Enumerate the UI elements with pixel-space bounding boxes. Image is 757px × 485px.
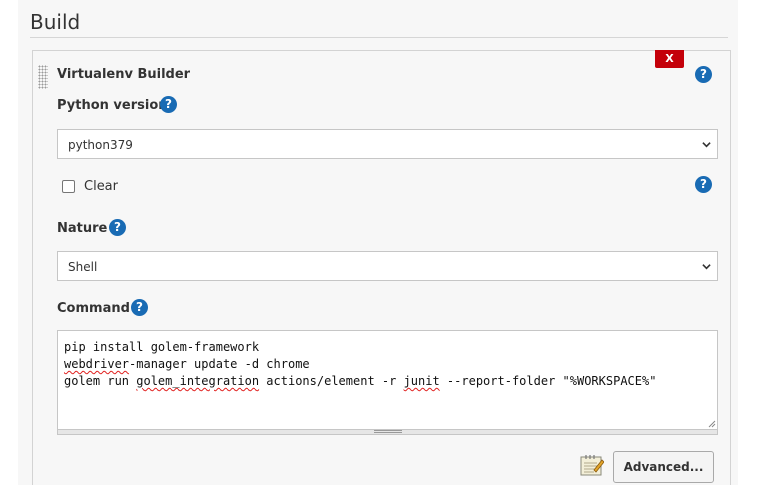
nature-select[interactable]: Shell	[57, 251, 718, 281]
clear-checkbox[interactable]	[62, 180, 75, 193]
build-section: Build Virtualenv Builder X ? Python vers…	[18, 0, 738, 485]
chevron-down-icon	[702, 142, 711, 148]
resize-grip-icon[interactable]	[374, 430, 402, 433]
help-icon[interactable]: ?	[131, 299, 148, 316]
command-label: Command	[57, 301, 130, 316]
spellcheck-word: webdriver	[64, 357, 130, 371]
virtualenv-builder-panel: Virtualenv Builder X ? Python version ? …	[32, 50, 731, 485]
help-icon[interactable]: ?	[109, 219, 126, 236]
section-title: Build	[30, 10, 81, 34]
nature-value: Shell	[68, 260, 98, 274]
command-line: webdriver-manager update -d chrome	[64, 357, 310, 371]
delete-builder-button[interactable]: X	[655, 50, 684, 68]
builder-title: Virtualenv Builder	[57, 67, 191, 82]
textarea-resize-bar[interactable]	[57, 430, 718, 435]
help-icon[interactable]: ?	[695, 66, 712, 83]
help-icon[interactable]: ?	[160, 96, 177, 113]
help-icon[interactable]: ?	[695, 176, 712, 193]
command-line: pip install golem-framework	[64, 340, 260, 354]
notepad-icon[interactable]	[580, 454, 604, 476]
advanced-button[interactable]: Advanced...	[613, 451, 714, 483]
command-text: pip install golem-framework webdriver-man…	[64, 339, 656, 390]
python-version-select[interactable]: python379	[57, 129, 718, 159]
spellcheck-word: junit	[403, 374, 440, 388]
python-version-label: Python version	[57, 98, 168, 113]
resize-corner-icon[interactable]	[706, 418, 716, 428]
nature-label: Nature	[57, 221, 108, 236]
drag-handle-icon[interactable]	[38, 65, 48, 89]
command-line: golem run golem_integration actions/elem…	[64, 374, 657, 388]
section-divider	[30, 37, 728, 38]
python-version-value: python379	[68, 138, 133, 152]
spellcheck-word: golem_integration	[136, 374, 260, 388]
clear-label: Clear	[84, 179, 118, 194]
chevron-down-icon	[702, 264, 711, 270]
command-textarea[interactable]: pip install golem-framework webdriver-man…	[57, 330, 718, 430]
